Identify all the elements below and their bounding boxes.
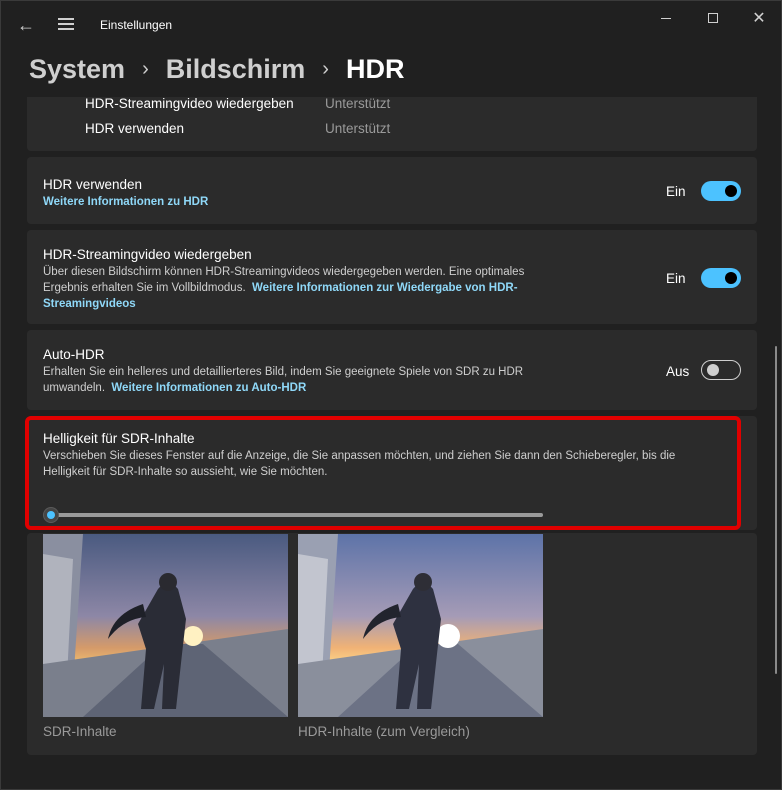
hdr-info-link[interactable]: Weitere Informationen zu HDR — [43, 194, 208, 210]
settings-content: HDR-Streamingvideo wiedergeben Unterstüt… — [1, 97, 773, 790]
toggle-knob — [725, 272, 737, 284]
sdr-caption: SDR-Inhalte — [43, 724, 117, 739]
capability-value: Unterstützt — [325, 121, 391, 136]
auto-hdr-toggle[interactable] — [701, 360, 741, 380]
toggle-state-label: Ein — [666, 184, 686, 199]
description-line: Ergebnis erhalten Sie im Vollbildmodus. … — [43, 280, 603, 296]
minimize-icon — [661, 18, 671, 19]
description-line: umwandeln. Weitere Informationen zu Auto… — [43, 380, 603, 396]
breadcrumb-system[interactable]: System — [29, 54, 125, 85]
settings-window: ← Einstellungen ✕ System › Bildschirm › … — [0, 0, 782, 790]
minimize-button[interactable] — [651, 7, 681, 31]
app-title: Einstellungen — [100, 18, 173, 32]
maximize-icon — [708, 13, 718, 23]
chevron-right-icon: › — [322, 57, 329, 80]
maximize-button[interactable] — [698, 7, 728, 31]
highlight-annotation — [25, 416, 741, 530]
setting-title: Auto-HDR — [43, 347, 105, 362]
capability-label: HDR-Streamingvideo wiedergeben — [85, 97, 294, 111]
auto-hdr-info-link[interactable]: Weitere Informationen zu Auto-HDR — [111, 382, 306, 394]
setting-use-hdr: HDR verwenden Weitere Informationen zu H… — [27, 157, 757, 224]
streaming-info-link-cont[interactable]: Streamingvideos — [43, 296, 603, 312]
hdr-streaming-toggle[interactable] — [701, 268, 741, 288]
title-bar: ← Einstellungen ✕ — [1, 1, 782, 41]
toggle-knob — [725, 185, 737, 197]
breadcrumb-bildschirm[interactable]: Bildschirm — [166, 54, 306, 85]
setting-title: HDR verwenden — [43, 177, 143, 192]
close-button[interactable]: ✕ — [744, 7, 774, 31]
back-arrow-icon[interactable]: ← — [13, 12, 39, 38]
description-text: Ergebnis erhalten Sie im Vollbildmodus. — [43, 282, 246, 294]
setting-description: Über diesen Bildschirm können HDR-Stream… — [43, 264, 603, 312]
toggle-knob — [707, 364, 719, 376]
streaming-info-link[interactable]: Weitere Informationen zur Wiedergabe von… — [252, 282, 518, 294]
toggle-state-label: Ein — [666, 271, 686, 286]
hdr-caption: HDR-Inhalte (zum Vergleich) — [298, 724, 470, 739]
vertical-scrollbar[interactable] — [775, 346, 777, 674]
description-line: Erhalten Sie ein helleres und detaillier… — [43, 366, 524, 378]
hdr-capabilities-card: HDR-Streamingvideo wiedergeben Unterstüt… — [27, 97, 757, 151]
capability-label: HDR verwenden — [85, 121, 185, 136]
setting-hdr-streaming: HDR-Streamingvideo wiedergeben Über dies… — [27, 230, 757, 324]
chevron-right-icon: › — [142, 57, 149, 80]
setting-title: HDR-Streamingvideo wiedergeben — [43, 247, 252, 262]
sdr-preview-image — [43, 534, 288, 717]
breadcrumb: System › Bildschirm › HDR — [29, 49, 404, 89]
hamburger-menu-icon[interactable] — [55, 13, 77, 35]
setting-auto-hdr: Auto-HDR Erhalten Sie ein helleres und d… — [27, 330, 757, 410]
hdr-preview-image — [298, 534, 543, 717]
toggle-state-label: Aus — [666, 364, 690, 379]
capability-value: Unterstützt — [325, 97, 391, 111]
close-icon: ✕ — [752, 10, 766, 27]
breadcrumb-hdr: HDR — [345, 53, 405, 84]
setting-description: Erhalten Sie ein helleres und detaillier… — [43, 364, 603, 396]
use-hdr-toggle[interactable] — [701, 181, 741, 201]
description-line: Über diesen Bildschirm können HDR-Stream… — [43, 266, 525, 278]
description-text: umwandeln. — [43, 382, 106, 394]
